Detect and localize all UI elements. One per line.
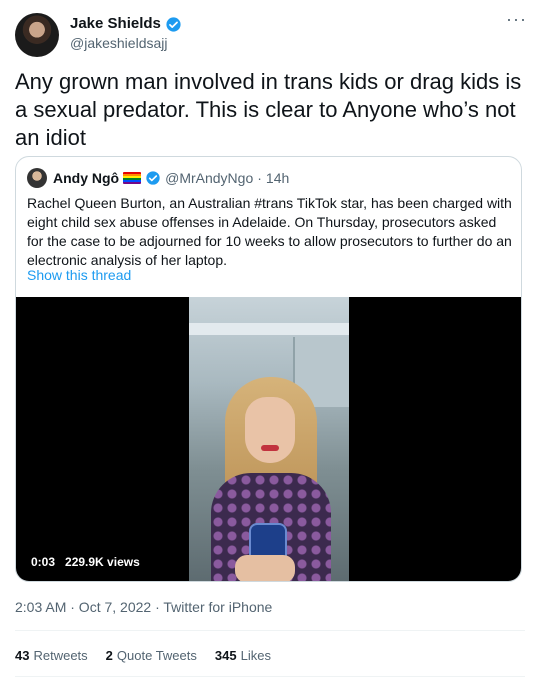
quoted-tweet[interactable]: Andy Ngô @MrAndyNgo · 14h Rachel Queen B… — [15, 156, 522, 582]
divider — [15, 630, 525, 631]
video-person-lips — [261, 445, 279, 451]
tweet-text: Any grown man involved in trans kids or … — [15, 69, 522, 150]
author-name[interactable]: Jake Shields — [70, 14, 161, 34]
likes-count: 345 — [214, 648, 237, 663]
quoted-time[interactable]: 14h — [266, 169, 289, 187]
quoted-text: Rachel Queen Burton, an Australian #tran… — [27, 195, 512, 268]
video-views: 229.9K views — [65, 555, 140, 569]
video-person-hand — [235, 555, 295, 581]
tweet-timestamp[interactable]: 2:03 AM · Oct 7, 2022 · Twitter for iPho… — [15, 598, 272, 616]
quoted-author-name[interactable]: Andy Ngô — [53, 169, 119, 187]
quoted-author-handle[interactable]: @MrAndyNgo — [165, 169, 253, 187]
likes-label: Likes — [240, 648, 271, 663]
engagement-stats: 43 Retweets 2 Quote Tweets 345 Likes — [15, 648, 271, 663]
quoted-avatar[interactable] — [27, 168, 47, 188]
author-handle[interactable]: @jakeshieldsajj — [70, 34, 167, 52]
retweets-stat[interactable]: 43 Retweets — [15, 648, 88, 663]
retweets-count: 43 — [15, 648, 30, 663]
likes-stat[interactable]: 345 Likes — [215, 648, 271, 663]
retweets-label: Retweets — [33, 648, 88, 663]
video-player[interactable]: 0:03 229.9K views — [16, 297, 521, 581]
author-name-row: Jake Shields — [70, 14, 182, 34]
video-duration: 0:03 — [31, 555, 56, 569]
show-thread-link[interactable]: Show this thread — [27, 267, 131, 283]
video-bg-shelf — [189, 323, 349, 335]
quoted-separator: · — [257, 170, 262, 186]
quote-tweets-stat[interactable]: 2 Quote Tweets — [106, 648, 197, 663]
more-options-icon[interactable]: ··· — [506, 10, 526, 32]
video-person-face — [245, 397, 295, 463]
author-avatar[interactable] — [15, 13, 59, 57]
rainbow-flag-icon — [123, 172, 142, 184]
quoted-header: Andy Ngô @MrAndyNgo · 14h — [53, 169, 289, 187]
divider — [15, 676, 525, 677]
video-frame — [189, 297, 349, 581]
video-stats: 0:03 229.9K views — [31, 555, 140, 569]
verified-badge-icon — [166, 16, 181, 32]
quotes-label: Quote Tweets — [116, 648, 197, 663]
verified-badge-icon — [146, 171, 160, 185]
quotes-count: 2 — [105, 648, 113, 663]
